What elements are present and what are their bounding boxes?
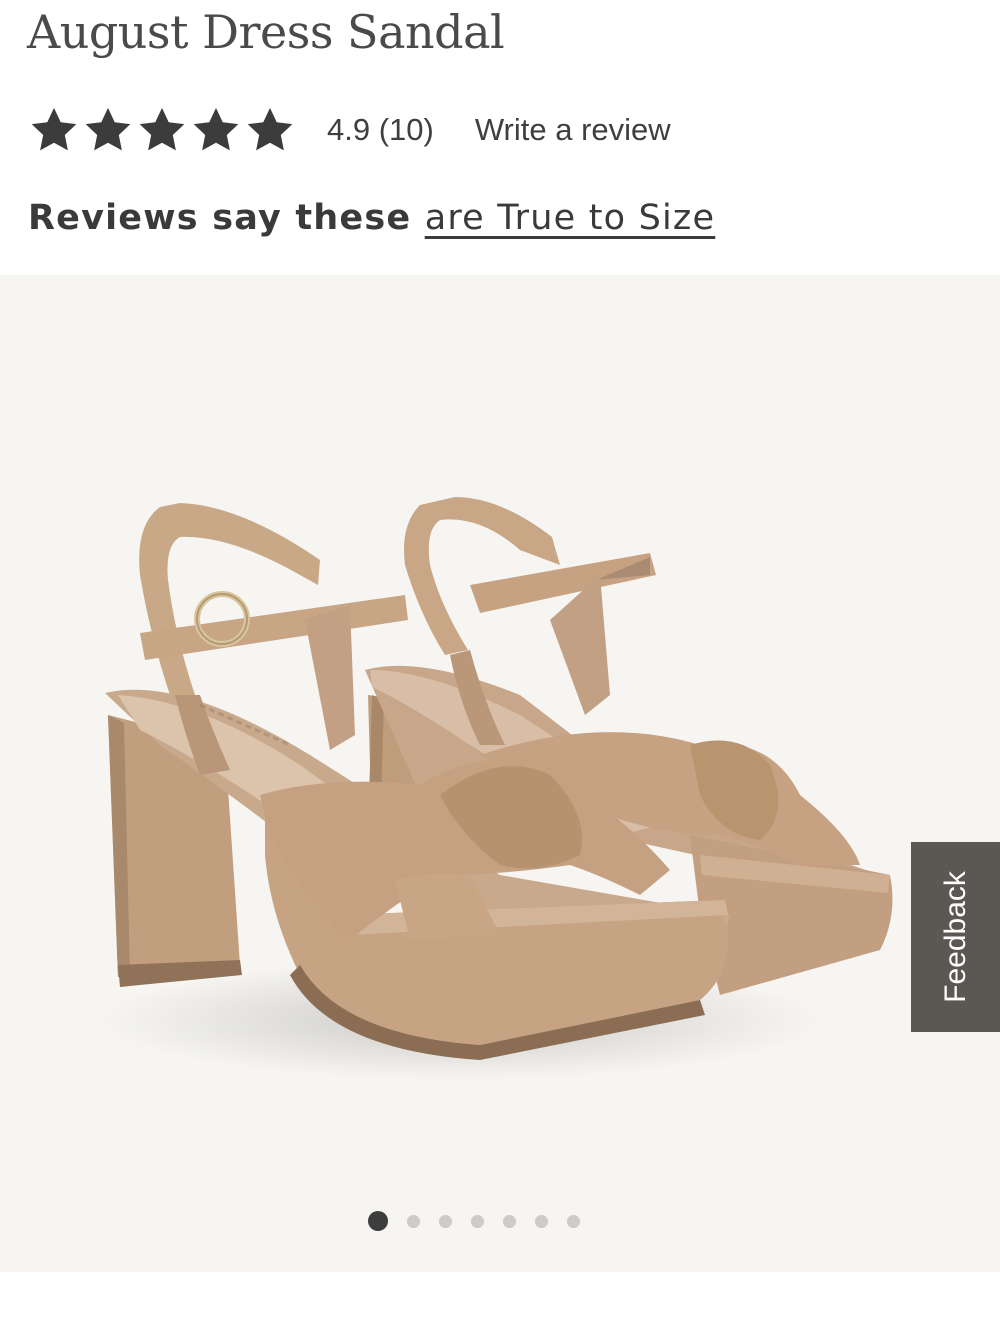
star-icon — [247, 107, 293, 151]
star-icon — [193, 107, 239, 151]
carousel-dot-active[interactable] — [368, 1211, 388, 1231]
star-icon — [85, 107, 131, 151]
product-image[interactable] — [0, 275, 1000, 1272]
carousel-dot[interactable] — [471, 1214, 484, 1228]
product-title: August Dress Sandal — [27, 5, 505, 59]
carousel-dot[interactable] — [439, 1214, 452, 1228]
rating-summary[interactable]: 4.9 (10) — [327, 112, 434, 148]
feedback-button[interactable]: Feedback — [911, 842, 1000, 1032]
rating-row: 4.9 (10) Write a review — [27, 102, 671, 158]
feedback-label: Feedback — [938, 871, 972, 1003]
carousel-dot[interactable] — [535, 1214, 548, 1228]
write-review-link[interactable]: Write a review — [475, 112, 671, 148]
product-image-gallery[interactable] — [0, 275, 1000, 1272]
carousel-dot[interactable] — [503, 1214, 516, 1228]
fit-summary-prefix: Reviews say these — [28, 198, 412, 238]
star-icon — [31, 107, 77, 151]
fit-summary: Reviews say these are True to Size — [28, 190, 715, 246]
star-rating[interactable] — [27, 104, 297, 156]
true-to-size-link[interactable]: are True to Size — [425, 198, 716, 238]
carousel-dots — [368, 1211, 580, 1231]
star-icon — [139, 107, 185, 151]
carousel-dot[interactable] — [567, 1214, 580, 1228]
carousel-dot[interactable] — [407, 1214, 420, 1228]
